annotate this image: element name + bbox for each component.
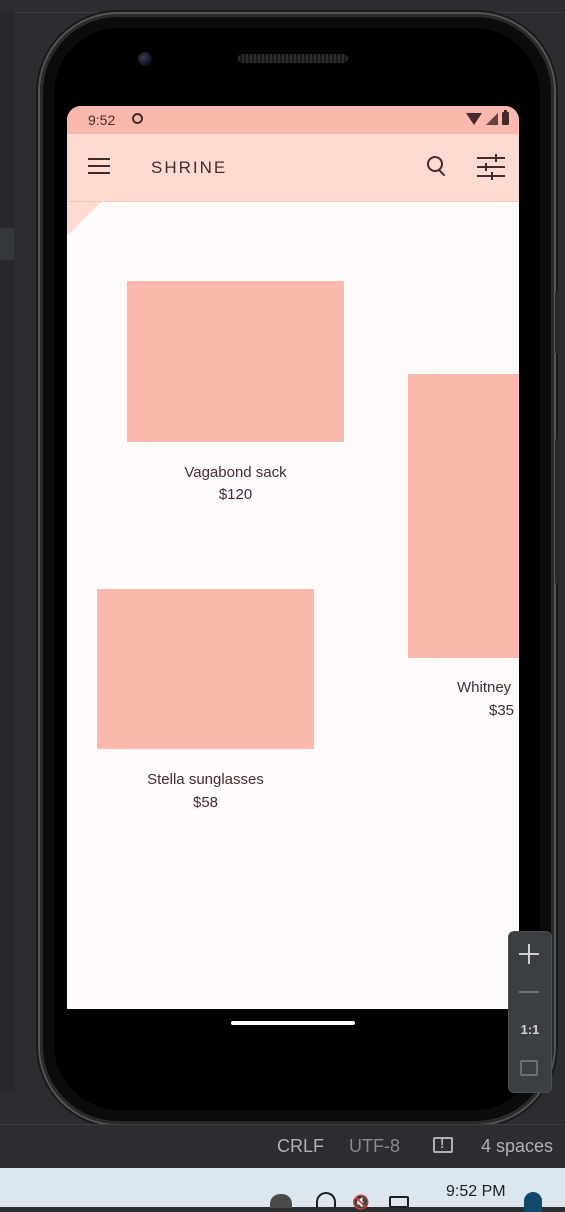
ide-status-bar: CRLF UTF-8 4 spaces [0, 1124, 565, 1169]
signal-icon [486, 112, 498, 125]
product-image[interactable] [97, 589, 314, 749]
android-status-bar: 9:52 [67, 106, 519, 134]
tune-icon[interactable] [477, 153, 505, 181]
app-bar-divider [67, 201, 519, 202]
search-icon[interactable] [425, 154, 449, 178]
encoding-indicator[interactable]: UTF-8 [349, 1136, 400, 1157]
home-gesture-bar[interactable] [231, 1021, 355, 1025]
product-image[interactable] [127, 281, 344, 442]
zoom-fit-button[interactable] [520, 1060, 538, 1076]
zoom-in-button[interactable] [519, 944, 539, 964]
actual-size-button[interactable]: 1:1 [509, 1022, 551, 1037]
app-screen: 9:52 SHRINE Vagabond sack $120 Whitney $… [67, 106, 519, 1009]
wifi-icon[interactable] [316, 1192, 336, 1208]
ide-toolbar [0, 0, 565, 13]
top-app-bar: SHRINE [67, 134, 519, 202]
notifications-icon[interactable] [433, 1136, 453, 1153]
zoom-out-button[interactable] [519, 991, 539, 993]
speaker-muted-icon[interactable]: 🔇 [352, 1194, 369, 1211]
indent-indicator[interactable]: 4 spaces [481, 1136, 553, 1157]
wifi-icon [466, 112, 482, 125]
ide-left-panel [0, 12, 14, 1092]
product-name: Vagabond sack [184, 464, 287, 481]
windows-taskbar: 🔇 9:52 PM [0, 1168, 565, 1212]
notification-icon [132, 113, 143, 124]
power-button[interactable] [555, 292, 560, 354]
product-name: Whitney [457, 679, 512, 696]
battery-icon[interactable] [389, 1196, 409, 1208]
menu-icon[interactable] [88, 158, 110, 174]
battery-icon [502, 110, 509, 125]
product-name: Stella sunglasses [147, 771, 264, 788]
status-icons [466, 110, 509, 125]
ide-left-panel-marker [0, 228, 14, 260]
front-camera [138, 52, 152, 66]
emulator-zoom-panel: 1:1 [508, 931, 552, 1093]
product-price: $58 [192, 794, 219, 811]
backdrop-notch [67, 202, 101, 236]
notification-bell-icon[interactable] [524, 1192, 542, 1212]
status-time: 9:52 [88, 112, 116, 128]
taskbar-clock[interactable]: 9:52 PM [446, 1183, 506, 1201]
product-price: $120 [218, 486, 253, 503]
app-title: SHRINE [151, 158, 228, 177]
onedrive-icon[interactable] [270, 1194, 292, 1208]
volume-button[interactable] [555, 439, 560, 584]
line-separator-indicator[interactable]: CRLF [277, 1136, 324, 1157]
product-price: $35 [489, 702, 515, 719]
earpiece-speaker [238, 54, 348, 63]
product-image[interactable] [408, 374, 519, 658]
